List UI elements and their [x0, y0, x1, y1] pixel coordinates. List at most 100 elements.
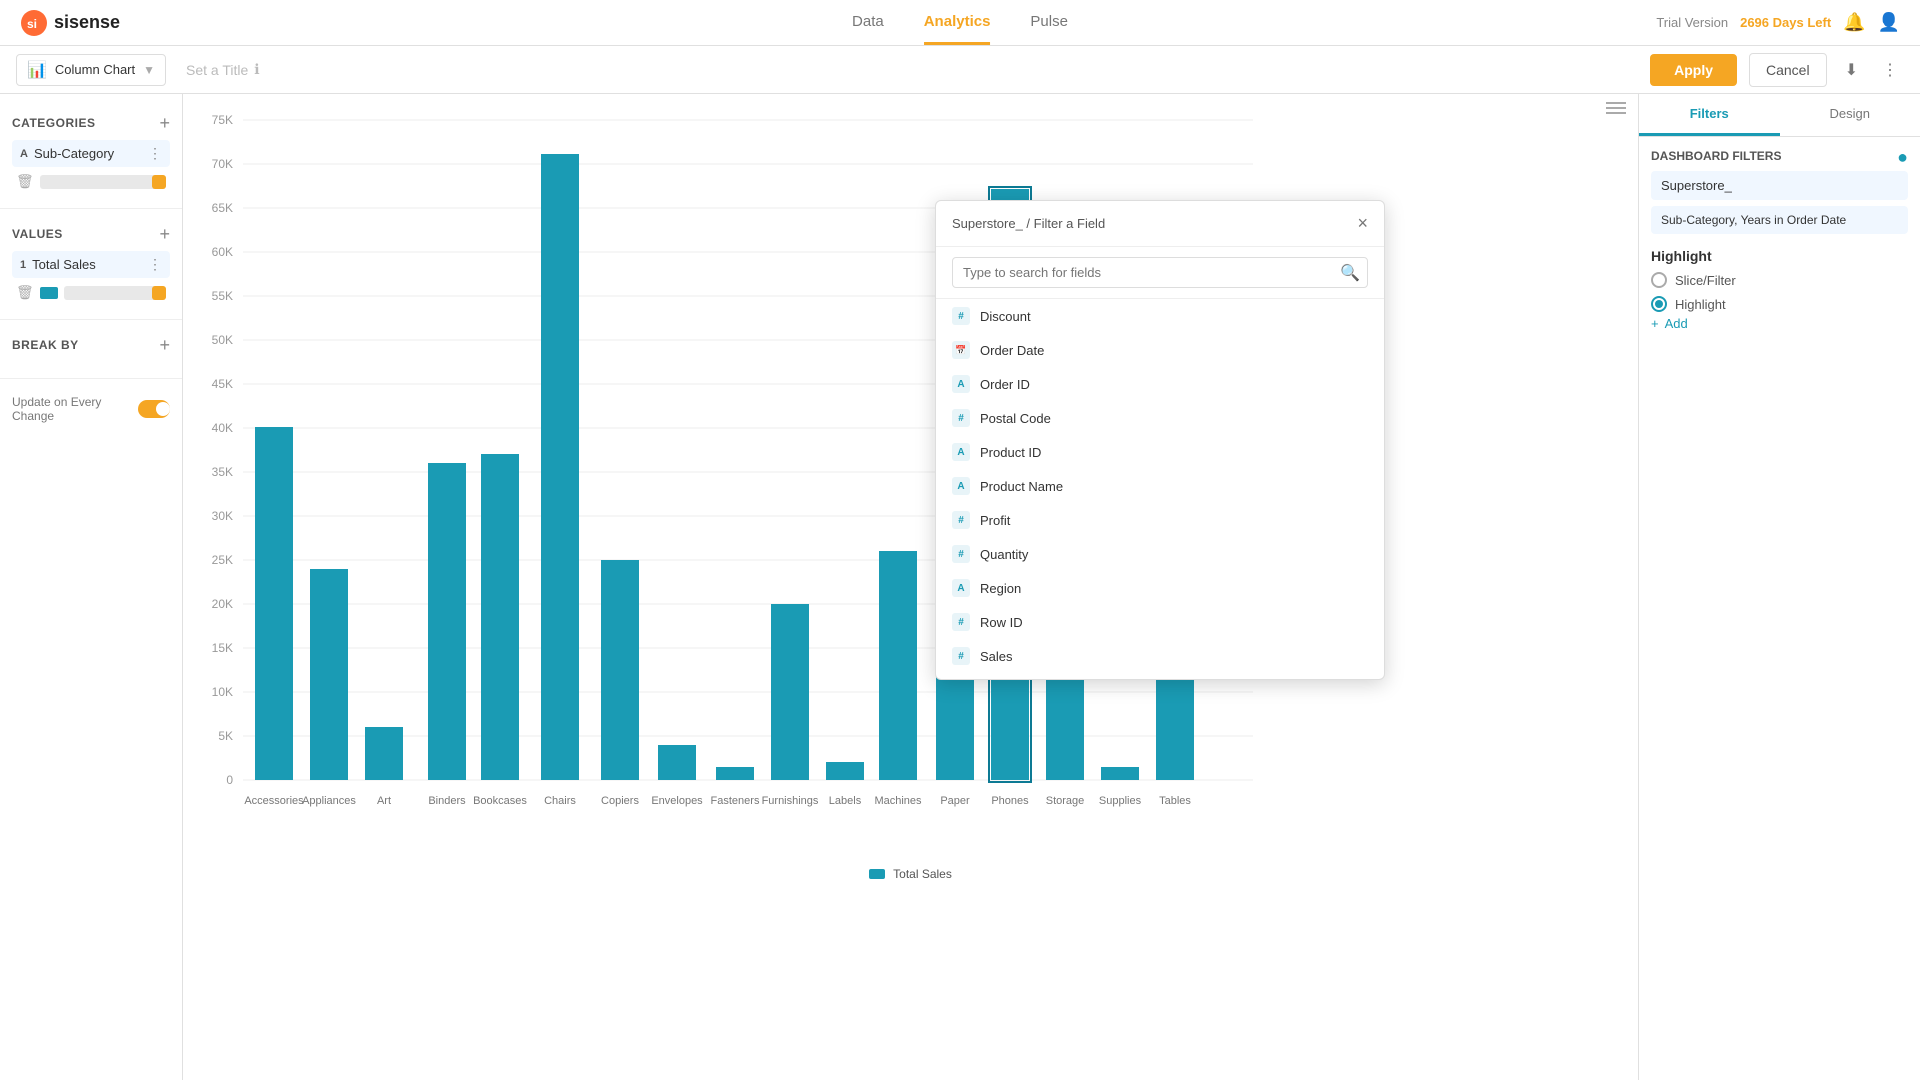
- chart-legend: Total Sales: [183, 859, 1638, 889]
- field-item-segment[interactable]: A Segment: [936, 673, 1384, 679]
- svg-text:35K: 35K: [212, 465, 233, 479]
- field-name-region: Region: [980, 581, 1021, 596]
- svg-text:Art: Art: [377, 795, 391, 807]
- svg-text:0: 0: [226, 773, 233, 787]
- bar-copiers[interactable]: [601, 560, 639, 780]
- more-options-icon[interactable]: ⋮: [1876, 54, 1904, 86]
- field-item-order-date[interactable]: 📅 Order Date: [936, 333, 1384, 367]
- add-icon: +: [1651, 316, 1659, 331]
- add-break-by-button[interactable]: +: [159, 336, 170, 354]
- nav-tab-analytics[interactable]: Analytics: [924, 1, 991, 45]
- field-type-icon-sales: #: [952, 647, 970, 665]
- chart-header: 📊 Column Chart ▼ Set a Title ℹ Apply Can…: [0, 46, 1920, 94]
- field-item-region[interactable]: A Region: [936, 571, 1384, 605]
- apply-button[interactable]: Apply: [1650, 54, 1737, 86]
- field-item-postal-code[interactable]: # Postal Code: [936, 401, 1384, 435]
- nav-right: Trial Version 2696 Days Left 🔔 👤: [1656, 12, 1900, 33]
- svg-text:20K: 20K: [212, 597, 233, 611]
- value-field-options-button[interactable]: ⋮: [148, 256, 162, 273]
- nav-tab-data[interactable]: Data: [852, 1, 884, 45]
- break-by-label: Break by: [12, 338, 79, 352]
- bar-machines[interactable]: [879, 551, 917, 780]
- field-name-product-name: Product Name: [980, 479, 1063, 494]
- nav-tab-pulse[interactable]: Pulse: [1030, 1, 1068, 45]
- field-picker-search[interactable]: 🔍: [936, 247, 1384, 299]
- radio-highlight-circle: [1651, 296, 1667, 312]
- field-item-profit[interactable]: # Profit: [936, 503, 1384, 537]
- svg-text:15K: 15K: [212, 641, 233, 655]
- field-item-sales[interactable]: # Sales: [936, 639, 1384, 673]
- update-toggle-section: Update on Every Change: [0, 387, 182, 431]
- svg-text:Copiers: Copiers: [601, 795, 639, 807]
- filter-item-superstore-label: Superstore_: [1661, 178, 1732, 193]
- update-toggle[interactable]: [138, 400, 170, 418]
- field-search-input[interactable]: [952, 257, 1368, 288]
- set-title-area[interactable]: Set a Title ℹ: [186, 61, 260, 78]
- values-label: Values: [12, 227, 63, 241]
- svg-text:Accessories: Accessories: [244, 795, 304, 807]
- field-picker-close-button[interactable]: ×: [1357, 213, 1368, 234]
- right-panel: Filters Design Dashboard Filters ● Super…: [1638, 94, 1920, 1080]
- field-item-order-id[interactable]: A Order ID: [936, 367, 1384, 401]
- category-field-options-button[interactable]: ⋮: [148, 145, 162, 162]
- user-icon[interactable]: 👤: [1878, 12, 1900, 33]
- radio-slice-filter[interactable]: Slice/Filter: [1651, 272, 1908, 288]
- svg-text:Chairs: Chairs: [544, 795, 576, 807]
- category-field-type-icon: A: [20, 148, 28, 160]
- legend-color-total-sales: [869, 869, 885, 879]
- value-field-color: [40, 287, 58, 299]
- field-type-icon-row-id: #: [952, 613, 970, 631]
- bar-binders[interactable]: [428, 463, 466, 780]
- bar-accessories[interactable]: [255, 427, 293, 780]
- add-value-button[interactable]: +: [159, 225, 170, 243]
- radio-highlight[interactable]: Highlight: [1651, 296, 1908, 312]
- svg-text:75K: 75K: [212, 113, 233, 127]
- export-icon[interactable]: ⬇: [1839, 54, 1864, 86]
- svg-text:si: si: [27, 17, 37, 31]
- svg-text:Appliances: Appliances: [302, 795, 356, 807]
- bar-bookcases[interactable]: [481, 454, 519, 780]
- filter-item-superstore[interactable]: Superstore_: [1651, 171, 1908, 200]
- svg-text:50K: 50K: [212, 333, 233, 347]
- bar-art[interactable]: [365, 727, 403, 780]
- value-field-name: Total Sales: [32, 257, 142, 272]
- field-name-discount: Discount: [980, 309, 1031, 324]
- field-picker-header: Superstore_ / Filter a Field ×: [936, 201, 1384, 247]
- values-section: Values + 1 Total Sales ⋮ 🗑: [0, 217, 182, 311]
- field-item-quantity[interactable]: # Quantity: [936, 537, 1384, 571]
- delete-category-icon[interactable]: 🗑: [16, 173, 34, 190]
- tab-design[interactable]: Design: [1780, 94, 1920, 136]
- add-filter-button[interactable]: + Add: [1651, 316, 1688, 331]
- delete-value-icon[interactable]: 🗑: [16, 284, 34, 301]
- svg-text:Bookcases: Bookcases: [473, 795, 527, 807]
- field-item-product-id[interactable]: A Product ID: [936, 435, 1384, 469]
- tab-filters[interactable]: Filters: [1639, 94, 1780, 136]
- svg-text:Paper: Paper: [940, 795, 970, 807]
- bar-fasteners[interactable]: [716, 767, 754, 780]
- bar-furnishings[interactable]: [771, 604, 809, 780]
- value-field-item[interactable]: 1 Total Sales ⋮: [12, 251, 170, 278]
- category-field-item[interactable]: A Sub-Category ⋮: [12, 140, 170, 167]
- cancel-button[interactable]: Cancel: [1749, 53, 1827, 87]
- bar-chairs[interactable]: [541, 154, 579, 780]
- svg-text:70K: 70K: [212, 157, 233, 171]
- chart-menu-icon[interactable]: [1606, 102, 1626, 114]
- bar-envelopes[interactable]: [658, 745, 696, 780]
- radio-slice-circle: [1651, 272, 1667, 288]
- bell-icon[interactable]: 🔔: [1843, 12, 1865, 33]
- field-item-discount[interactable]: # Discount: [936, 299, 1384, 333]
- field-item-row-id[interactable]: # Row ID: [936, 605, 1384, 639]
- svg-text:Supplies: Supplies: [1099, 795, 1142, 807]
- chart-type-label: Column Chart: [55, 62, 135, 77]
- field-type-icon-region: A: [952, 579, 970, 597]
- bar-appliances[interactable]: [310, 569, 348, 780]
- bar-labels[interactable]: [826, 762, 864, 780]
- field-item-product-name[interactable]: A Product Name: [936, 469, 1384, 503]
- chart-type-selector[interactable]: 📊 Column Chart ▼: [16, 54, 166, 86]
- trial-text: Trial Version: [1656, 15, 1728, 30]
- dashboard-filters-title: Dashboard Filters ●: [1651, 149, 1908, 163]
- add-category-button[interactable]: +: [159, 114, 170, 132]
- svg-text:Storage: Storage: [1046, 795, 1085, 807]
- bar-supplies[interactable]: [1101, 767, 1139, 780]
- filter-item-subcategory[interactable]: Sub-Category, Years in Order Date: [1651, 206, 1908, 234]
